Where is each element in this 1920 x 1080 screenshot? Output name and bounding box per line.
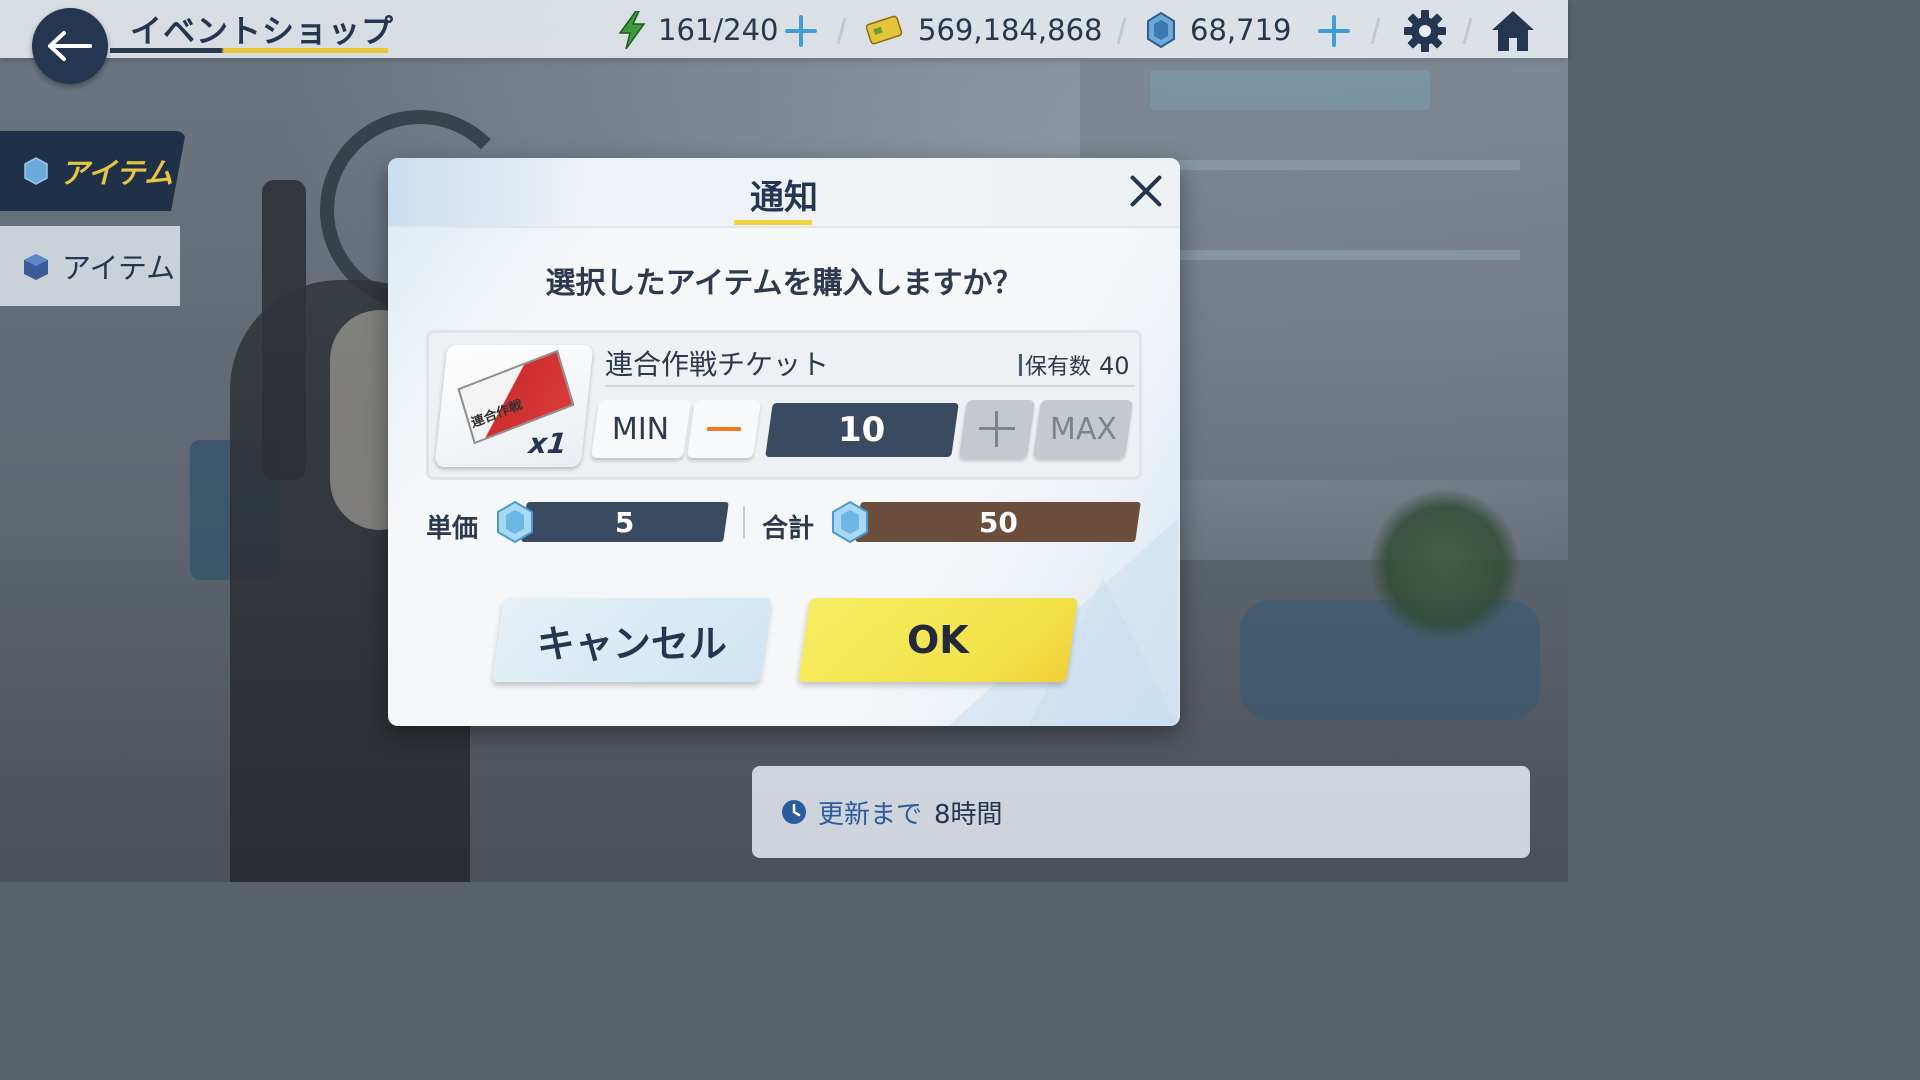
item-name: 連合作戦チケット (605, 348, 830, 381)
unit-price-bar: 5 (521, 502, 729, 542)
credit-card-icon (866, 15, 903, 45)
item-panel: 連合作戦 x1 連合作戦チケット 保有数 40 MIN 10 MAX (426, 330, 1142, 480)
background-light-panel (1150, 70, 1430, 110)
item-box-icon (24, 254, 48, 280)
divider (1116, 18, 1127, 44)
divider (1370, 18, 1381, 44)
top-bar: イベントショップ 161/240 569,184,868 68,719 (0, 0, 1568, 58)
owned-count: 40 (1099, 352, 1130, 380)
add-gems-button[interactable] (1317, 14, 1351, 48)
shop-title: イベントショップ (130, 12, 395, 50)
refresh-timer: 更新まで 8時間 (752, 766, 1530, 858)
ok-button[interactable]: OK (798, 598, 1078, 682)
background-plant (1370, 490, 1520, 640)
total-price-bar: 50 (855, 502, 1141, 542)
tab-item-active[interactable]: アイテム (0, 131, 186, 211)
tab-label: アイテム (60, 156, 174, 190)
minus-icon (707, 427, 741, 431)
plus-icon (979, 411, 1015, 447)
gems-display: 68,719 (1146, 10, 1291, 50)
owned-divider (1019, 354, 1022, 376)
gem-icon (24, 157, 48, 185)
max-button[interactable]: MAX (1032, 400, 1134, 458)
min-button[interactable]: MIN (590, 400, 692, 458)
decrease-button[interactable] (686, 400, 762, 458)
purchase-question: 選択したアイテムを購入しますか？ (545, 266, 1023, 301)
price-divider (743, 506, 745, 538)
gem-icon (832, 500, 868, 544)
quantity-display: 10 (765, 403, 959, 457)
back-arrow-icon (48, 31, 92, 61)
shop-title-underline (110, 48, 388, 53)
stamina-value: 161/240 (658, 13, 779, 47)
back-button[interactable] (32, 8, 108, 84)
stamina-bolt-icon (618, 11, 646, 49)
clock-icon (782, 800, 806, 824)
total-price-value: 50 (978, 505, 1018, 539)
cancel-button-label: キャンセル (536, 621, 727, 666)
total-price-label: 合計 (762, 514, 815, 544)
divider (1462, 18, 1473, 44)
cancel-button[interactable]: キャンセル (492, 598, 772, 682)
unit-price-value: 5 (615, 505, 635, 539)
add-stamina-button[interactable] (784, 14, 818, 48)
unit-price-label: 単価 (426, 514, 479, 544)
refresh-label: 更新まで (818, 799, 923, 830)
max-button-label: MAX (1049, 411, 1117, 447)
owned-label: 保有数 (1025, 355, 1092, 380)
tab-label: アイテム (62, 251, 176, 285)
item-thumbnail: 連合作戦 x1 (434, 345, 594, 467)
quantity-value: 10 (838, 410, 886, 450)
title-underline (734, 220, 812, 225)
item-quantity-badge: x1 (527, 427, 569, 460)
credits-value: 569,184,868 (918, 13, 1103, 47)
ok-button-label: OK (907, 618, 969, 662)
gem-icon (497, 500, 533, 544)
stamina-display: 161/240 (618, 10, 778, 50)
credits-display: 569,184,868 (866, 10, 1103, 50)
gear-icon[interactable] (1402, 8, 1448, 54)
tab-item[interactable]: アイテム (0, 226, 180, 306)
home-icon[interactable] (1490, 8, 1536, 54)
gems-value: 68,719 (1190, 13, 1292, 47)
owned-count-display: 保有数 40 (1019, 349, 1130, 381)
increase-button[interactable] (958, 400, 1036, 458)
min-button-label: MIN (612, 411, 670, 447)
gem-icon (1147, 12, 1175, 48)
divider (836, 18, 847, 44)
dialog-title: 通知 (750, 178, 818, 218)
item-divider (605, 385, 1135, 387)
purchase-dialog: 通知 選択したアイテムを購入しますか？ 連合作戦 x1 連合作戦チケット 保有数… (388, 158, 1180, 726)
close-icon[interactable] (1126, 170, 1166, 210)
refresh-time: 8時間 (934, 799, 1003, 830)
